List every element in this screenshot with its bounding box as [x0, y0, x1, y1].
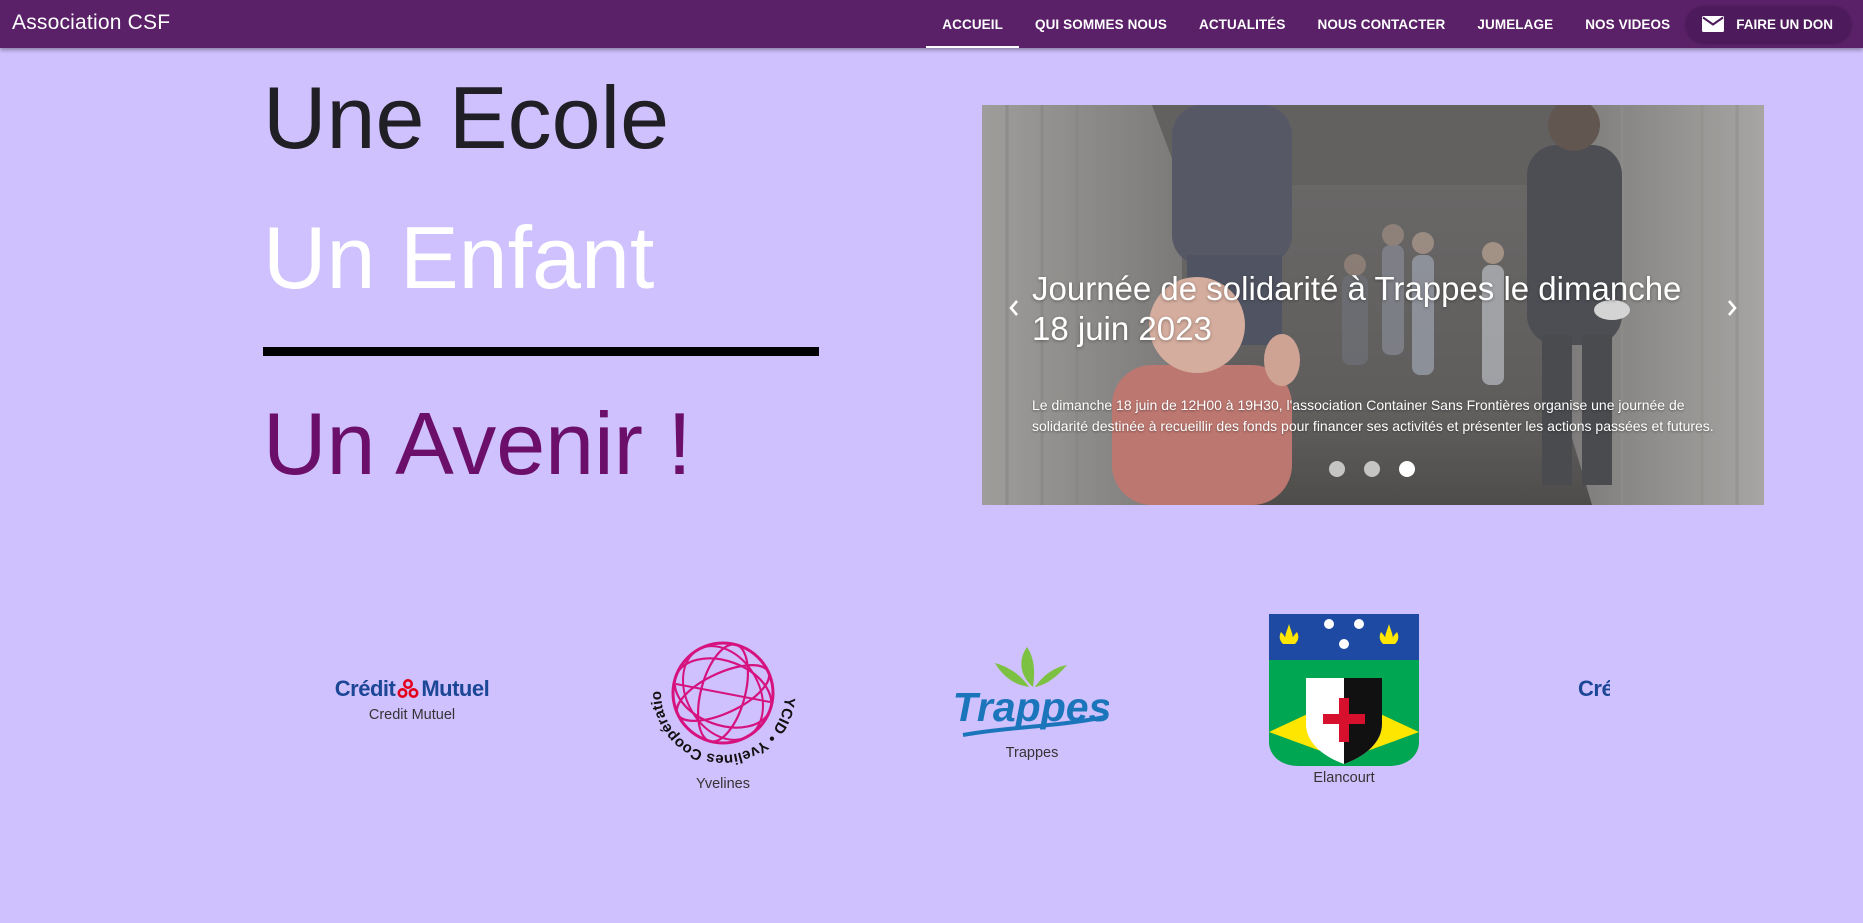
- nav-qui-sommes-nous[interactable]: QUI SOMMES NOUS: [1019, 0, 1183, 48]
- slide-description: Le dimanche 18 juin de 12H00 à 19H30, l'…: [1032, 397, 1714, 434]
- carousel-dot-3[interactable]: [1399, 461, 1415, 477]
- credit-mutuel-logo-text-2: Mutuel: [421, 676, 490, 701]
- carousel-dot-2[interactable]: [1364, 461, 1380, 477]
- slide-title[interactable]: Journée de solidarité à Trappes le diman…: [1032, 269, 1722, 349]
- partner-caption-elancourt: Elancourt: [1313, 770, 1375, 786]
- partner-caption-trappes: Trappes: [1005, 745, 1059, 761]
- nav-actualites[interactable]: ACTUALITÉS: [1183, 0, 1302, 48]
- partner-trappes[interactable]: Trappes Trappes: [952, 643, 1112, 761]
- credit-mutuel-logo-partial-text: Cré: [1578, 676, 1610, 701]
- credit-mutuel-logo: Crédit Mutuel: [334, 675, 490, 703]
- carousel-prev-button[interactable]: [1002, 290, 1026, 326]
- main-nav: ACCUEIL QUI SOMMES NOUS ACTUALITÉS NOUS …: [926, 0, 1863, 48]
- credit-mutuel-logo-partial: Cré: [1578, 675, 1610, 703]
- news-carousel[interactable]: Journée de solidarité à Trappes le diman…: [982, 105, 1764, 505]
- partner-caption-credit-mutuel: Credit Mutuel: [368, 707, 456, 723]
- partner-credit-mutuel-clone[interactable]: Cré: [1578, 675, 1610, 703]
- partner-caption-yvelines: Yvelines: [695, 776, 750, 792]
- donate-label: FAIRE UN DON: [1736, 16, 1833, 32]
- nav-accueil[interactable]: ACCUEIL: [926, 0, 1019, 48]
- chevron-left-icon: [1009, 300, 1018, 316]
- partner-credit-mutuel[interactable]: Crédit Mutuel Credit Mutuel: [332, 675, 492, 723]
- trappes-logo-text: Trappes: [955, 684, 1109, 730]
- partner-elancourt[interactable]: Elancourt: [1264, 614, 1424, 786]
- partner-yvelines[interactable]: YCID • Yvelines Coopération internationa…: [643, 614, 803, 792]
- hero-line-ecole: Une Ecole: [263, 68, 670, 167]
- carousel-indicators: [1329, 461, 1415, 477]
- hero-line-enfant: Un Enfant: [263, 208, 655, 307]
- credit-mutuel-mark-icon: [397, 679, 419, 698]
- hero-line-avenir: Un Avenir !: [263, 394, 692, 493]
- carousel-dot-1[interactable]: [1329, 461, 1345, 477]
- donate-button[interactable]: FAIRE UN DON: [1686, 6, 1851, 42]
- elancourt-coat-of-arms: [1269, 614, 1419, 766]
- hero-divider: [263, 347, 819, 356]
- top-app-bar: Association CSF ACCUEIL QUI SOMMES NOUS …: [0, 0, 1863, 48]
- trappes-logo: Trappes: [955, 647, 1109, 737]
- nav-nous-contacter[interactable]: NOUS CONTACTER: [1301, 0, 1461, 48]
- ycid-ring-text: YCID • Yvelines Coopération internationa…: [644, 614, 798, 768]
- ycid-logo: YCID • Yvelines Coopération internationa…: [644, 614, 798, 768]
- chevron-right-icon: [1728, 300, 1737, 316]
- mail-icon: [1702, 16, 1725, 32]
- svg-text:YCID • Yvelines Coopération in: YCID • Yvelines Coopération internationa…: [644, 614, 798, 768]
- carousel-next-button[interactable]: [1720, 290, 1744, 326]
- credit-mutuel-logo-text-1: Crédit: [334, 676, 396, 701]
- brand-title[interactable]: Association CSF: [12, 11, 170, 35]
- nav-nos-videos[interactable]: NOS VIDEOS: [1569, 0, 1686, 48]
- nav-jumelage[interactable]: JUMELAGE: [1461, 0, 1569, 48]
